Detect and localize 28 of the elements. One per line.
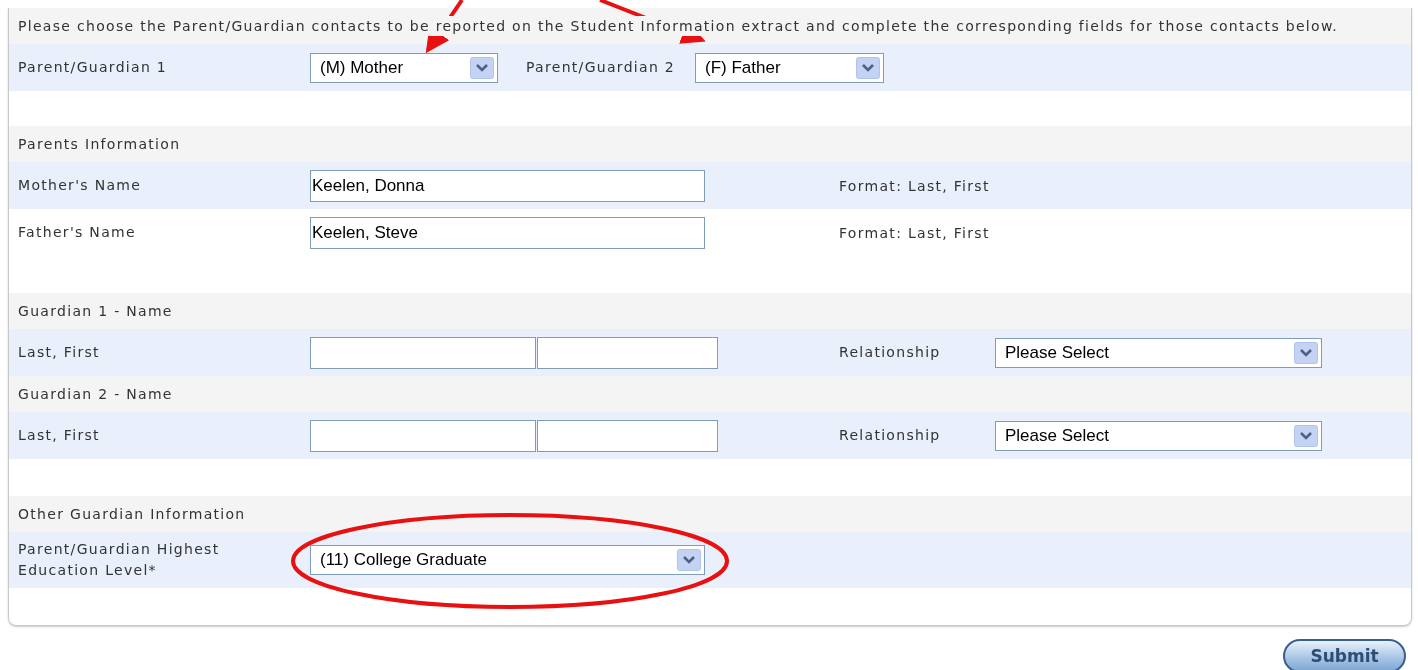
field-label: Mother's Name [18, 176, 143, 195]
relationship-select[interactable]: Please Select [995, 420, 1322, 451]
last-name-input[interactable] [310, 336, 536, 369]
section-heading: Guardian 2 - Name [18, 386, 173, 402]
field-label: Parent/Guardian Highest Education Level* [18, 540, 221, 580]
field-label: Parent/Guardian 1 [18, 58, 169, 77]
parent-guardian-select[interactable]: (F) Father [695, 52, 884, 83]
name-input[interactable]: Keelen, Steve [310, 216, 705, 249]
section-heading: Other Guardian Information [18, 506, 246, 522]
section-heading: Guardian 1 - Name [18, 303, 173, 319]
format-hint: Format: Last, First [839, 177, 990, 194]
education-level-select[interactable]: (11) College Graduate [310, 545, 705, 575]
name-input[interactable]: Keelen, Donna [310, 169, 705, 202]
parent-guardian-select[interactable]: (M) Mother [310, 52, 498, 83]
instructions-text: Please choose the Parent/Guardian contacts to be reported on the Student Information extract and complete the corresponding fields for those contacts below. [18, 16, 1339, 36]
field-label: Last, First [18, 426, 101, 445]
field-label: Parent/Guardian 2 [526, 58, 677, 77]
relationship-select[interactable]: Please Select [995, 337, 1322, 368]
field-label: Relationship [839, 426, 942, 445]
last-name-input[interactable] [310, 419, 536, 452]
first-name-input[interactable] [537, 419, 718, 452]
format-hint: Format: Last, First [839, 224, 990, 241]
field-label: Last, First [18, 343, 101, 362]
field-label: Relationship [839, 343, 942, 362]
submit-button[interactable]: Submit [1283, 639, 1406, 670]
field-label: Father's Name [18, 223, 137, 242]
section-heading: Parents Information [18, 136, 181, 152]
first-name-input[interactable] [537, 336, 718, 369]
